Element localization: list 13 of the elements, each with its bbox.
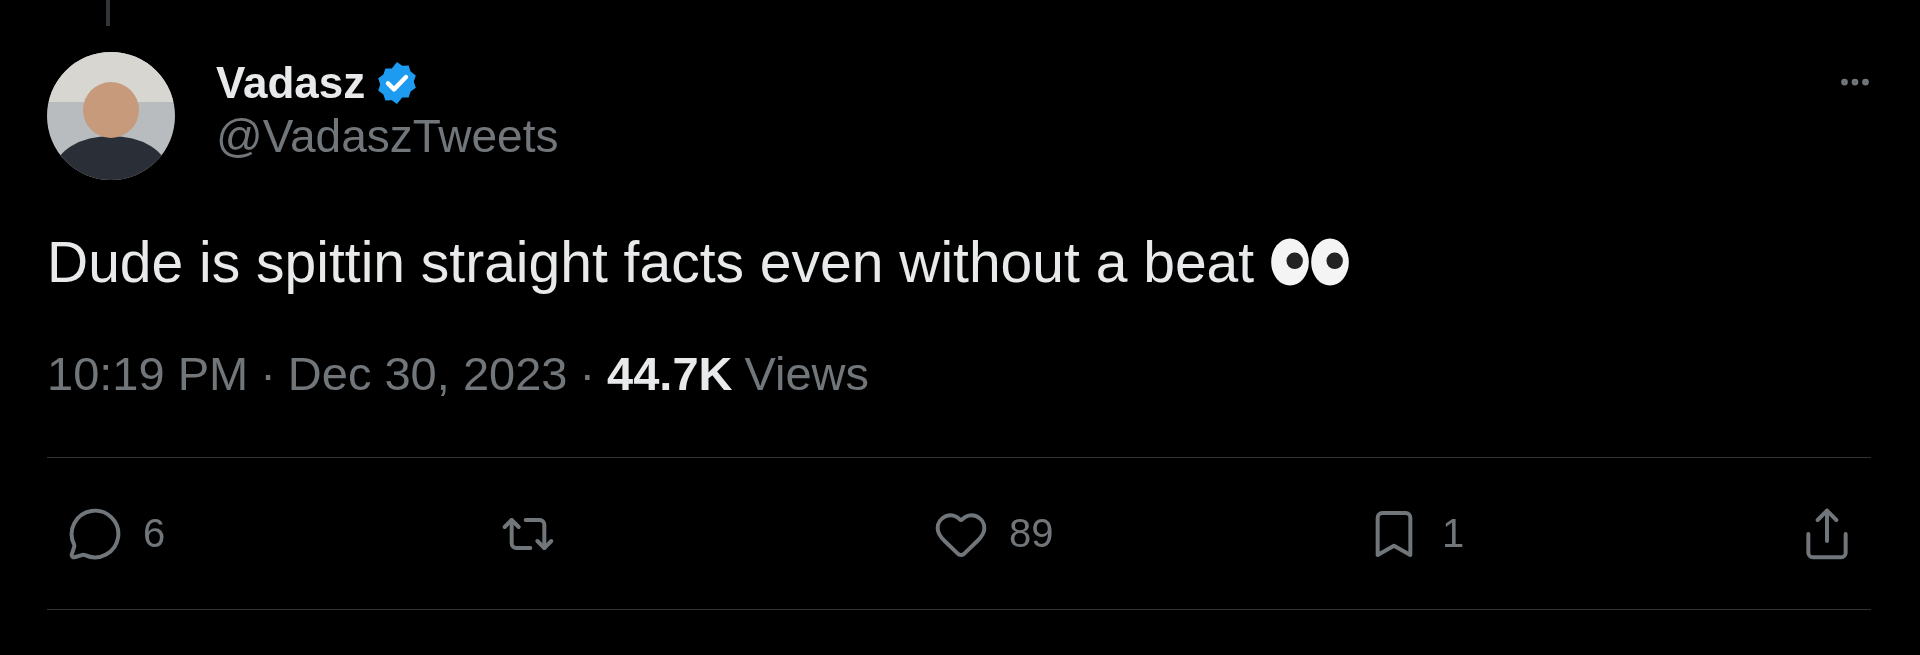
tweet-date[interactable]: Dec 30, 2023 [287, 346, 568, 401]
like-button[interactable]: 89 [933, 505, 1054, 562]
bookmark-button[interactable]: 1 [1366, 505, 1465, 562]
tweet-time[interactable]: 10:19 PM [47, 346, 249, 401]
separator: · [260, 346, 276, 401]
tweet-text: Dude is spittin straight facts even without a beat [47, 229, 1255, 296]
views-label: Views [744, 346, 870, 401]
reply-button[interactable]: 6 [67, 505, 166, 562]
author-handle[interactable]: @VadaszTweets [216, 108, 1796, 164]
separator: · [579, 346, 596, 401]
author-name[interactable]: Vadasz [216, 58, 366, 108]
eyes-icon [1270, 237, 1351, 287]
views-count: 44.7K [607, 346, 733, 401]
